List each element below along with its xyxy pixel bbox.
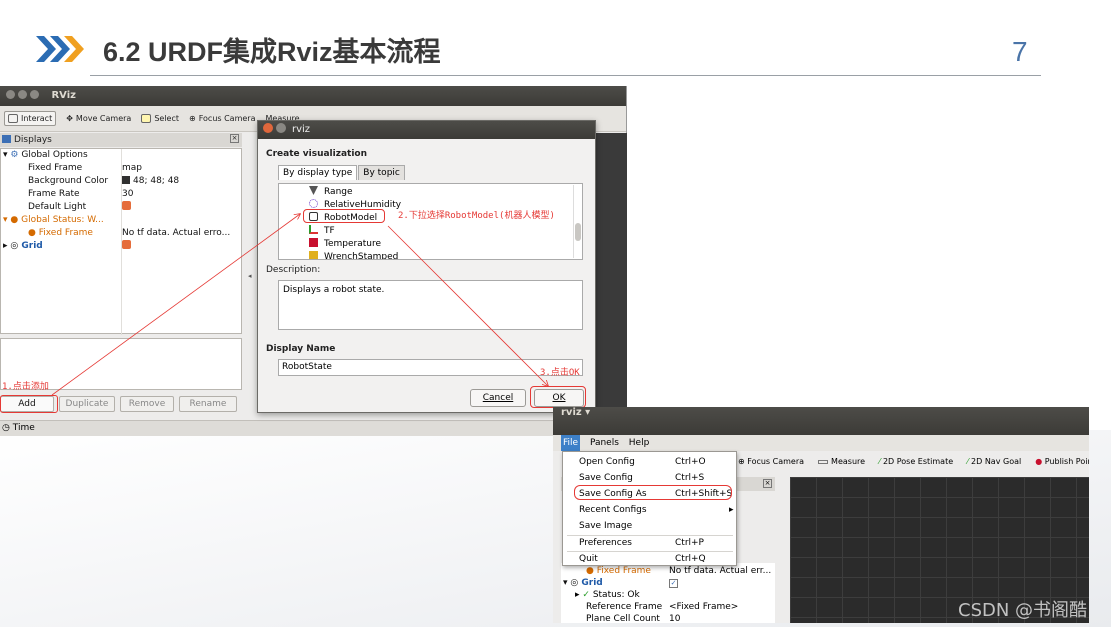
tree-item-status[interactable]: ▸ ✓ Status: Ok [575,589,640,601]
focus-camera-icon: ⊕ [738,457,748,466]
rviz-second-toolbar: ⊕ Focus Camera Measure ⁄ 2D Pose Estimat… [738,457,1089,466]
slide: 6.2 URDF集成Rviz基本流程 7 RViz Interact ✥ Move… [0,0,1111,627]
arrow-list-to-ok [387,225,548,386]
tree-item-grid[interactable]: ▾ ◎ Grid [563,577,603,589]
file-menu-dropdown: Open Config Ctrl+O Save Config Ctrl+S Sa… [562,451,737,566]
ruler-icon [818,459,829,464]
check-icon: ✓ [582,590,590,600]
rviz-second-titlebar: rviz ▾ [553,407,1089,435]
menu-file[interactable]: File [561,435,581,451]
tool-2d-nav-button[interactable]: ⁄ 2D Nav Goal [967,457,1021,466]
annotation-step1: 1.点击添加 [2,382,49,392]
close-icon[interactable]: × [763,479,772,488]
menu-item-quit[interactable]: Quit [579,552,598,566]
fixed-frame-error-label: ● Fixed Frame [586,566,651,576]
tool-measure-button[interactable]: Measure [818,457,865,466]
menu-item-preferences[interactable]: Preferences [579,536,632,550]
warning-icon: ● [586,566,594,576]
save-config-as-highlight [574,485,732,500]
grid-checkbox[interactable]: ✓ [669,577,678,589]
menu-item-recent-configs[interactable]: Recent Configs [579,503,647,517]
plane-cell-label: Plane Cell Count [586,614,660,623]
tool-focus-camera-button[interactable]: ⊕ Focus Camera [738,457,804,466]
shortcut-quit: Ctrl+Q [675,554,706,564]
menu-item-save-image[interactable]: Save Image [579,519,632,533]
red-pin-icon: ● [1035,457,1045,466]
menu-item-open-config[interactable]: Open Config [579,455,635,469]
menu-item-save-config[interactable]: Save Config [579,471,633,485]
annotation-step3: 3.点击OK [540,368,580,378]
shortcut-save-config: Ctrl+S [675,473,705,483]
annotation-step2: 2.下拉选择RobotModel(机器人模型) [398,211,555,221]
menu-bar: File Panels Help [553,435,1089,451]
watermark: CSDN @书阁酷 [958,600,1088,621]
ref-frame-value[interactable]: <Fixed Frame> [669,601,738,613]
shortcut-preferences: Ctrl+P [675,538,704,548]
ref-frame-label: Reference Frame [586,602,663,612]
shortcut-open-config: Ctrl+O [675,457,706,467]
submenu-arrow-icon: ▸ [729,505,734,515]
menu-help[interactable]: Help [629,435,650,451]
tool-publish-point-button[interactable]: ● Publish Point [1035,457,1089,466]
checkbox-checked-icon: ✓ [669,579,678,588]
plane-cell-value[interactable]: 10 [669,613,680,623]
arrow-add-to-list [51,214,300,396]
displays-tree-second: ● Fixed Frame No tf data. Actual err... … [561,563,775,623]
tool-2d-pose-button[interactable]: ⁄ 2D Pose Estimate [879,457,953,466]
menu-panels[interactable]: Panels [590,435,619,451]
fixed-frame-error-value: No tf data. Actual err... [669,566,772,576]
